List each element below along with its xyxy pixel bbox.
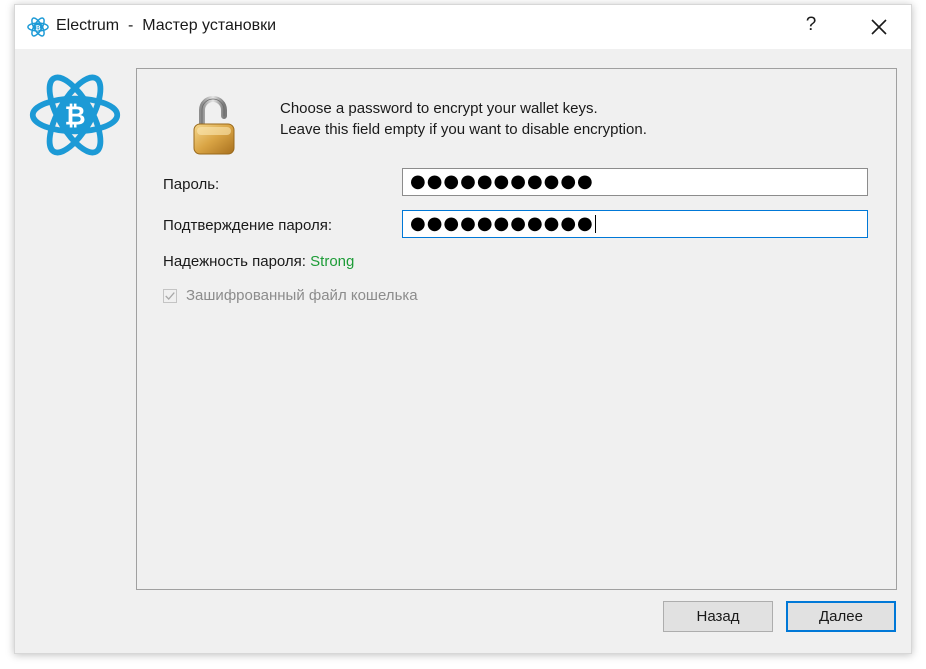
title-bar: ₿ Electrum - Мастер установки ? bbox=[15, 5, 911, 49]
password-strength-value: Strong bbox=[310, 253, 355, 270]
confirm-password-input-value: ●●●●●●●●●●● bbox=[410, 213, 594, 234]
svg-text:₿: ₿ bbox=[35, 24, 40, 32]
password-input[interactable]: ●●●●●●●●●●● bbox=[402, 168, 868, 196]
window-title: Electrum - Мастер установки bbox=[56, 17, 276, 35]
next-button[interactable]: Далее bbox=[786, 601, 896, 632]
password-strength-label: Надежность пароля: bbox=[163, 253, 306, 270]
wizard-content-panel: Choose a password to encrypt your wallet… bbox=[136, 68, 897, 590]
close-icon[interactable] bbox=[867, 15, 891, 39]
electrum-app-icon: ₿ bbox=[27, 17, 49, 37]
encrypt-wallet-checkbox[interactable] bbox=[163, 288, 177, 303]
wizard-title: Мастер установки bbox=[142, 17, 277, 34]
svg-text:₿: ₿ bbox=[64, 102, 85, 132]
unlocked-padlock-icon bbox=[193, 96, 235, 155]
setup-wizard-window: ₿ Electrum - Мастер установки ? ₿ Choose… bbox=[14, 4, 912, 654]
intro-line-2: Leave this field empty if you want to di… bbox=[280, 121, 647, 138]
intro-line-1: Choose a password to encrypt your wallet… bbox=[280, 100, 598, 117]
intro-text: Choose a password to encrypt your wallet… bbox=[280, 98, 647, 140]
help-button[interactable]: ? bbox=[801, 14, 821, 36]
electrum-logo-icon: ₿ bbox=[29, 74, 121, 156]
confirm-password-input[interactable]: ●●●●●●●●●●● bbox=[402, 210, 868, 238]
text-caret bbox=[594, 215, 596, 233]
encrypt-wallet-label: Зашифрованный файл кошелька bbox=[186, 287, 418, 304]
checkmark-icon bbox=[165, 291, 175, 300]
confirm-password-label: Подтверждение пароля: bbox=[163, 217, 333, 234]
back-button[interactable]: Назад bbox=[663, 601, 773, 632]
app-name: Electrum bbox=[56, 17, 120, 34]
encrypt-wallet-option: Зашифрованный файл кошелька bbox=[163, 287, 418, 304]
password-strength: Надежность пароля: Strong bbox=[163, 253, 354, 270]
password-label: Пароль: bbox=[163, 176, 220, 193]
password-input-value: ●●●●●●●●●●● bbox=[410, 171, 594, 192]
title-separator: - bbox=[128, 17, 134, 34]
